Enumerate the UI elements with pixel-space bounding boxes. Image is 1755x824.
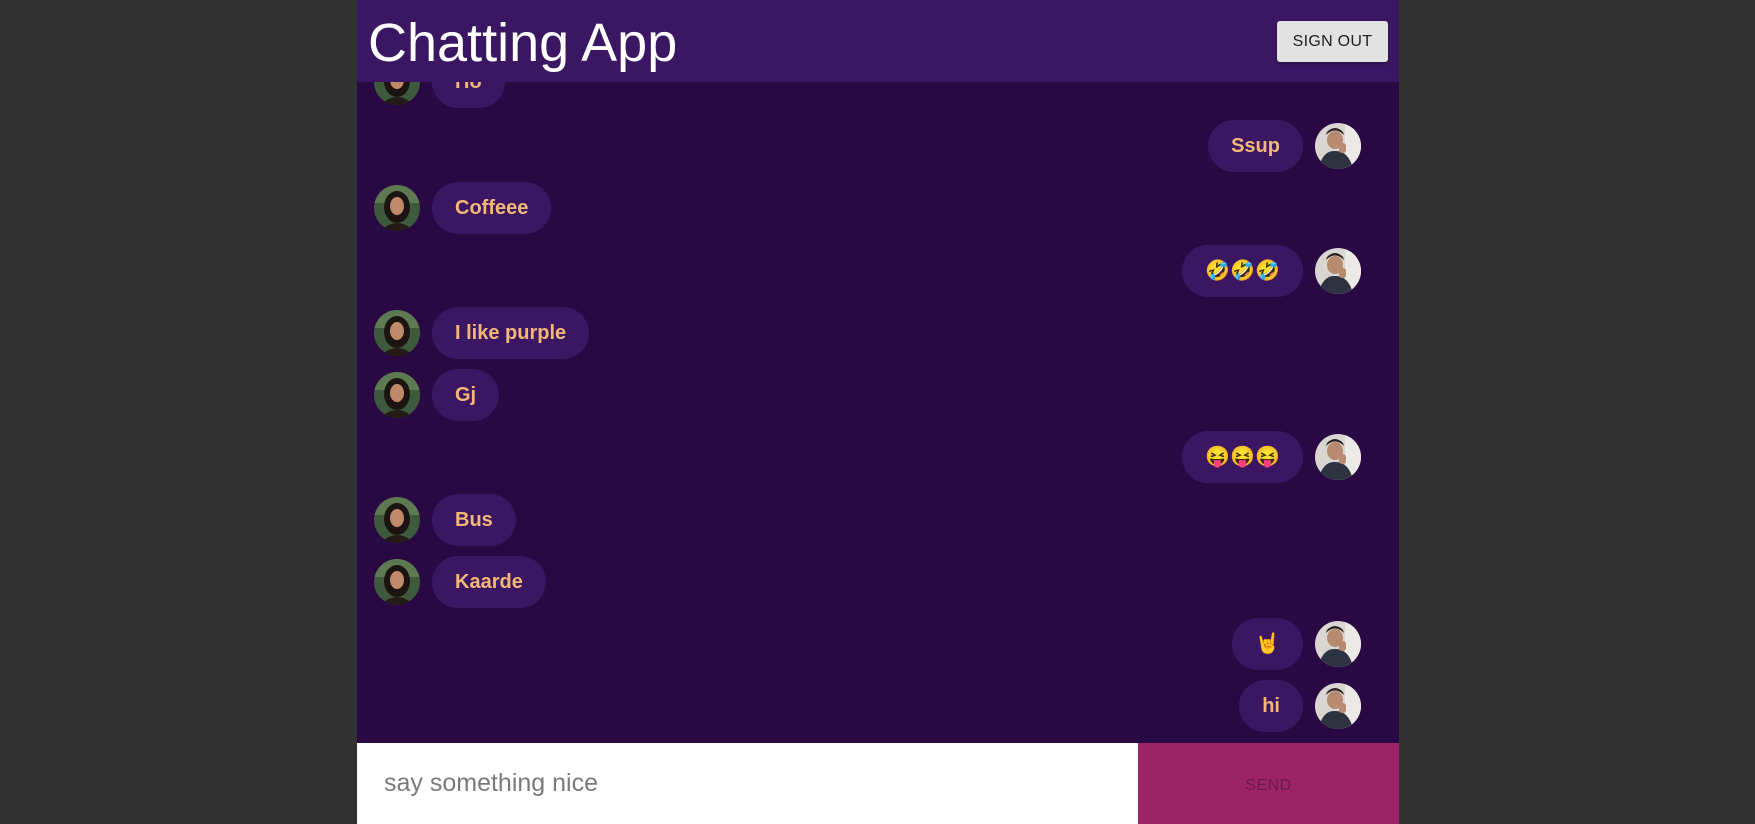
- message-received: Bus: [374, 494, 516, 546]
- her-avatar: [374, 559, 420, 605]
- her-avatar: [374, 372, 420, 418]
- message-bubble: 🤘: [1232, 618, 1303, 670]
- message-list: Ho Ssup Coffeee 🤣🤣🤣 I like purple Gj 😝😝😝: [357, 82, 1399, 743]
- message-bubble: 🤣🤣🤣: [1182, 245, 1303, 297]
- send-button[interactable]: SEND: [1138, 743, 1399, 824]
- her-avatar: [374, 497, 420, 543]
- message-bubble: Kaarde: [432, 556, 546, 608]
- message-received: Kaarde: [374, 556, 546, 608]
- her-avatar: [374, 82, 420, 105]
- her-avatar: [374, 310, 420, 356]
- message-bubble: Ssup: [1208, 120, 1303, 172]
- message-received: Gj: [374, 369, 500, 421]
- sign-out-button[interactable]: SIGN OUT: [1277, 21, 1388, 62]
- message-sent: 😝😝😝: [1182, 431, 1361, 483]
- his-avatar: [1315, 683, 1361, 729]
- message-bubble: Gj: [432, 369, 500, 421]
- message-bubble: Ho: [432, 82, 505, 108]
- message-received: Coffeee: [374, 182, 552, 234]
- chat-app: Chatting App SIGN OUT Ho Ssup Coffeee 🤣🤣…: [357, 0, 1399, 824]
- message-bubble: hi: [1239, 680, 1303, 732]
- his-avatar: [1315, 434, 1361, 480]
- his-avatar: [1315, 621, 1361, 667]
- message-received: I like purple: [374, 307, 590, 359]
- message-sent: 🤘: [1232, 618, 1361, 670]
- message-bubble: 😝😝😝: [1182, 431, 1303, 483]
- app-title: Chatting App: [368, 13, 678, 73]
- message-composer: SEND: [357, 743, 1399, 824]
- message-received: Ho: [374, 82, 505, 108]
- message-bubble: Bus: [432, 494, 516, 546]
- app-header: Chatting App SIGN OUT: [357, 0, 1399, 82]
- message-bubble: Coffeee: [432, 182, 552, 234]
- his-avatar: [1315, 248, 1361, 294]
- message-sent: 🤣🤣🤣: [1182, 245, 1361, 297]
- message-input[interactable]: [357, 743, 1138, 824]
- her-avatar: [374, 185, 420, 231]
- message-sent: hi: [1239, 680, 1361, 732]
- his-avatar: [1315, 123, 1361, 169]
- message-sent: Ssup: [1208, 120, 1361, 172]
- message-bubble: I like purple: [432, 307, 590, 359]
